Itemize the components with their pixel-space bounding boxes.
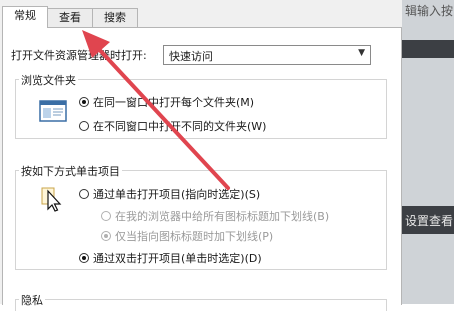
tab-bar: 常规 查看 搜索 — [0, 6, 402, 28]
different-window-radio[interactable] — [79, 121, 89, 131]
chevron-down-icon: ▼ — [358, 48, 365, 58]
underline-always-radio[interactable] — [101, 211, 111, 221]
double-click-radio[interactable] — [79, 253, 89, 263]
browse-folders-title: 浏览文件夹 — [19, 72, 78, 88]
background-text-mid: 设置查看 — [405, 214, 454, 228]
general-panel: 打开文件资源管理器时打开: 快速访问 ▼ 浏览文件夹 在同一窗口中打开每个文件夹… — [2, 27, 402, 311]
same-window-radio[interactable] — [79, 97, 89, 107]
background-window: 辑输入按 设置查看 — [402, 0, 454, 304]
privacy-group — [15, 299, 387, 311]
single-click-label: 通过单击打开项目(指向时选定)(S) — [93, 188, 261, 201]
underline-always-label: 在我的浏览器中给所有图标标题加下划线(B) — [115, 210, 330, 223]
different-window-label: 在不同窗口中打开不同的文件夹(W) — [93, 120, 267, 133]
folder-window-icon — [39, 100, 67, 122]
underline-hover-radio[interactable] — [101, 231, 111, 241]
background-text-top: 辑输入按 — [405, 4, 454, 18]
tab-general[interactable]: 常规 — [2, 6, 48, 28]
underline-hover-label: 仅当指向图标标题时加下划线(P) — [115, 230, 274, 243]
same-window-label: 在同一窗口中打开每个文件夹(M) — [93, 96, 255, 109]
background-band — [402, 40, 454, 58]
double-click-label: 通过双击打开项目(单击时选定)(D) — [93, 252, 262, 265]
tab-view[interactable]: 查看 — [47, 8, 93, 27]
tab-search[interactable]: 搜索 — [92, 8, 138, 27]
folder-options-dialog: 常规 查看 搜索 打开文件资源管理器时打开: 快速访问 ▼ 浏览文件夹 在同一窗… — [0, 0, 402, 311]
single-click-radio[interactable] — [79, 189, 89, 199]
open-in-dropdown[interactable]: 快速访问 ▼ — [163, 45, 371, 65]
open-in-value: 快速访问 — [169, 50, 213, 63]
privacy-title: 隐私 — [19, 292, 45, 308]
open-in-label: 打开文件资源管理器时打开: — [11, 49, 147, 62]
click-items-title: 按如下方式单击项目 — [19, 163, 122, 179]
pointer-cursor-icon — [39, 185, 65, 213]
